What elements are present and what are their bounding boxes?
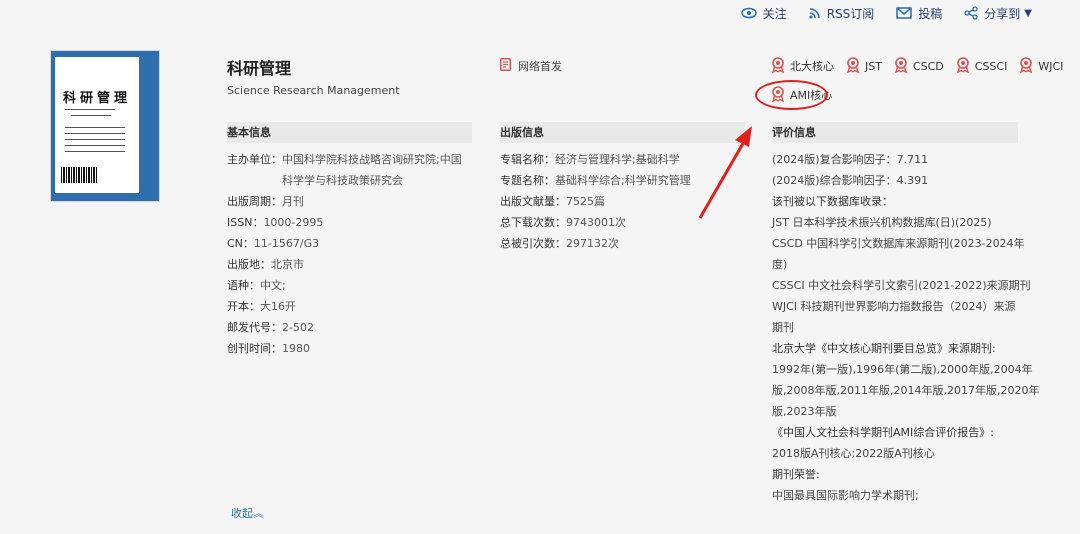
rss-icon <box>809 7 821 19</box>
eye-icon <box>740 7 757 19</box>
award-ribbon-icon <box>894 56 908 76</box>
info-row: CN： 11-1567/G3 <box>227 237 320 250</box>
share-icon <box>964 6 978 20</box>
evaluation-line: 1992年(第一版),1996年(第二版),2000年版,2004年 <box>772 363 1033 376</box>
info-row: 出版周期： 月刊 <box>227 195 304 208</box>
barcode-icon <box>61 167 97 183</box>
caret-down-icon: ▼ <box>1024 7 1032 19</box>
badge-pku-core[interactable]: 北大核心 <box>771 56 834 76</box>
badge-jst[interactable]: JST <box>846 56 882 76</box>
badge-cscd[interactable]: CSCD <box>894 56 944 76</box>
evaluation-line: 度) <box>772 258 788 271</box>
journal-title: 科研管理 <box>227 59 292 78</box>
evaluation-section: 评价信息 (2024版)复合影响因子：7.711 (2024版)综合影响因子：4… <box>772 122 1040 506</box>
award-ribbon-icon <box>846 56 860 76</box>
evaluation-line: CSCD 中国科学引文数据库来源期刊(2023-2024年 <box>772 237 1025 250</box>
badge-cssci[interactable]: CSSCI <box>956 56 1007 76</box>
evaluation-line: (2024版)复合影响因子：7.711 <box>772 153 929 166</box>
evaluation-heading: 评价信息 <box>772 122 1018 143</box>
network-first-label: 网络首发 <box>518 60 562 73</box>
share-button[interactable]: 分享到 ▼ <box>964 5 1032 22</box>
info-row: 创刊时间： 1980 <box>227 342 310 355</box>
cover-side-band <box>137 51 159 201</box>
submit-button[interactable]: 投稿 <box>896 5 942 22</box>
publish-info-section: 出版信息 专辑名称： 经济与管理科学;基础科学 专题名称： 基础科学综合;科学研究管… <box>500 122 745 254</box>
evaluation-line: 版,2023年版 <box>772 405 837 418</box>
evaluation-line: 《中国人文社会科学期刊AMI综合评价报告》: <box>772 426 994 439</box>
evaluation-line: 期刊荣誉: <box>772 468 820 481</box>
info-row: 总下载次数： 9743001次 <box>500 216 626 229</box>
info-row: 语种： 中文; <box>227 279 286 292</box>
document-icon <box>500 58 511 74</box>
rss-label: RSS订阅 <box>826 6 875 21</box>
basic-info-section: 基本信息 主办单位： 中国科学院科技战略咨询研究院;中国科学学与科技政策研究会 出… <box>227 122 472 359</box>
evaluation-line: CSSCI 中文社会科学引文索引(2021-2022)来源期刊 <box>772 279 1031 292</box>
journal-cover[interactable]: 科研管理 <box>50 50 160 202</box>
info-row: 邮发代号： 2-502 <box>227 321 314 334</box>
network-first-badge: 网络首发 <box>500 58 562 74</box>
mail-icon <box>896 7 913 19</box>
journal-subtitle: Science Research Management <box>227 84 400 97</box>
info-row: 主办单位： 中国科学院科技战略咨询研究院;中国科学学与科技政策研究会 <box>227 153 462 187</box>
submit-label: 投稿 <box>918 6 943 21</box>
top-toolbar: 关注 RSS订阅 投稿 分享到 ▼ <box>740 4 1032 22</box>
evaluation-line: WJCI 科技期刊世界影响力指数报告（2024）来源 <box>772 300 1016 313</box>
evaluation-line: 版,2008年版,2011年版,2014年版,2017年版,2020年 <box>772 384 1040 397</box>
rss-button[interactable]: RSS订阅 <box>809 5 875 22</box>
basic-info-heading: 基本信息 <box>227 122 472 143</box>
follow-label: 关注 <box>762 6 787 21</box>
evaluation-line: (2024版)综合影响因子：4.391 <box>772 174 929 187</box>
evaluation-line: 中国最具国际影响力学术期刊; <box>772 489 919 502</box>
share-label: 分享到 <box>984 6 1021 21</box>
award-ribbon-icon <box>1019 56 1033 76</box>
award-ribbon-icon <box>956 56 970 76</box>
info-row: 专题名称： 基础科学综合;科学研究管理 <box>500 174 691 187</box>
info-row: 出版地： 北京市 <box>227 258 304 271</box>
info-row: 专辑名称： 经济与管理科学;基础科学 <box>500 153 680 166</box>
collapse-link[interactable]: 收起︽ <box>231 505 264 521</box>
evaluation-line: 该刊被以下数据库收录： <box>772 195 893 208</box>
publish-info-heading: 出版信息 <box>500 122 745 143</box>
wjci-highlight-circle <box>755 80 828 110</box>
evaluation-line: 2018版A刊核心;2022版A刊核心 <box>772 447 935 460</box>
follow-button[interactable]: 关注 <box>740 5 787 22</box>
info-row: 总被引次数： 297132次 <box>500 237 619 250</box>
evaluation-line: 期刊 <box>772 321 794 334</box>
evaluation-line: JST 日本科学技术振兴机构数据库(日)(2025) <box>772 216 992 229</box>
info-row: 开本： 大16开 <box>227 300 296 313</box>
evaluation-line: 北京大学《中文核心期刊要目总览》来源期刊: <box>772 342 996 355</box>
award-ribbon-icon <box>771 56 785 76</box>
badge-wjci[interactable]: WJCI <box>1019 56 1063 76</box>
cover-title: 科研管理 <box>62 91 131 106</box>
info-row: ISSN： 1000-2995 <box>227 216 324 229</box>
info-row: 出版文献量： 7525篇 <box>500 195 605 208</box>
cover-page: 科研管理 <box>55 57 139 193</box>
